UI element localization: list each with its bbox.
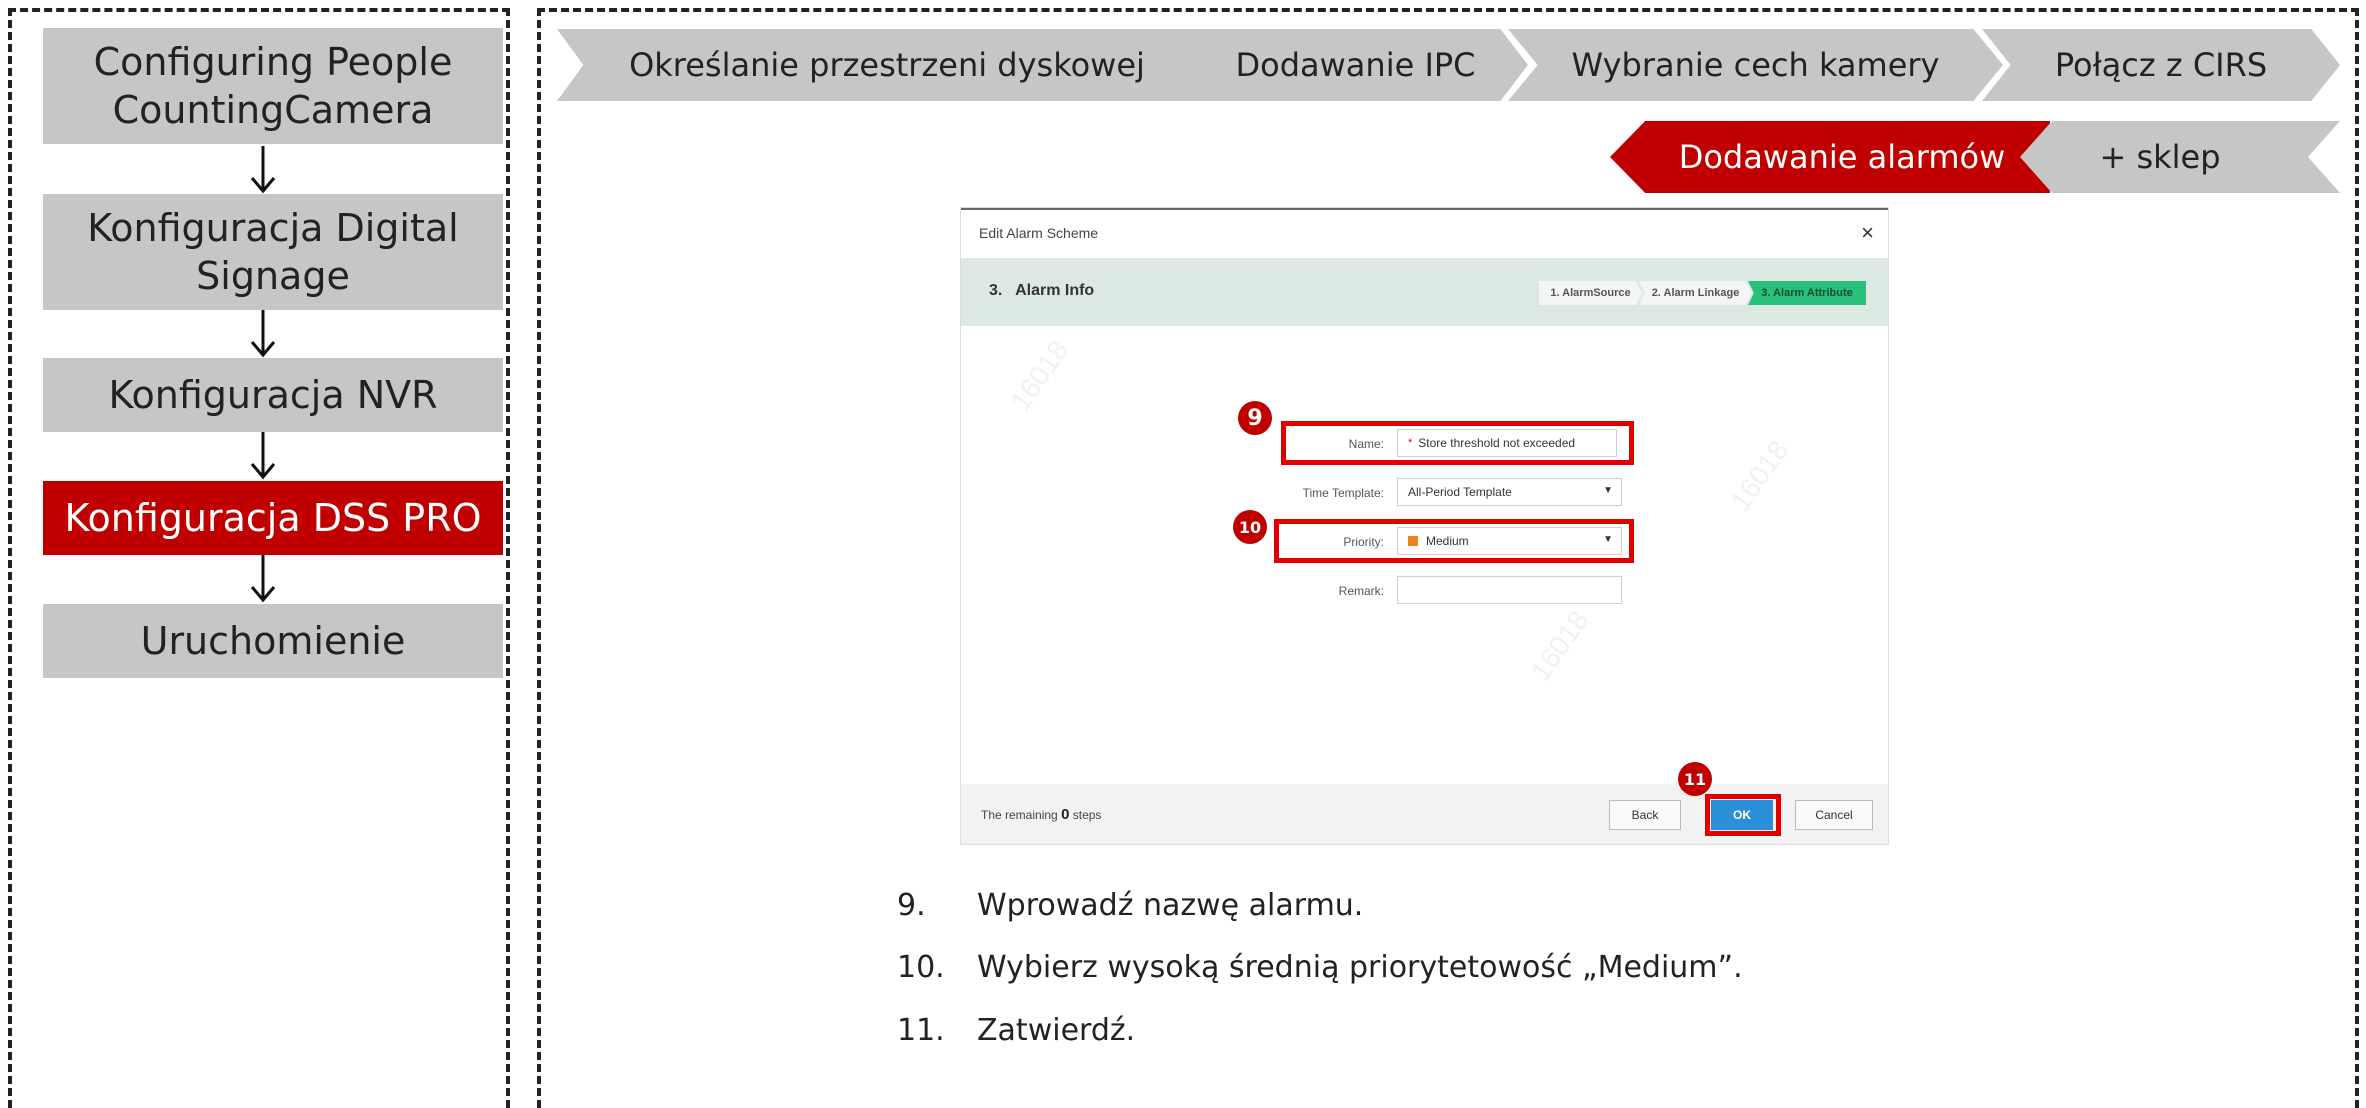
chevron-label: Określanie przestrzeni dyskowej <box>629 46 1145 84</box>
instruction-text: Wprowadź nazwę alarmu. <box>977 888 1364 923</box>
step-badge-11: 11 <box>1678 762 1712 796</box>
chevron-add-ipc: Dodawanie IPC <box>1183 29 1528 101</box>
instruction-number: 9. <box>897 888 926 923</box>
time-template-value: All-Period Template <box>1408 485 1512 499</box>
wizard-step-label: 3. Alarm Attribute <box>1761 287 1853 299</box>
cancel-button-label: Cancel <box>1815 808 1853 822</box>
instruction-text: Zatwierdź. <box>977 1013 1136 1048</box>
highlight-name <box>1281 421 1634 465</box>
instruction-text: Wybierz wysoką średnią priorytetowość „M… <box>977 950 1743 985</box>
chevron-label: + sklep <box>2099 138 2221 176</box>
instruction-11: 11. Zatwierdź. <box>897 1013 1135 1048</box>
back-button-label: Back <box>1631 808 1659 822</box>
remark-input[interactable] <box>1397 576 1622 604</box>
chevron-camera-features: Wybranie cech kamery <box>1508 29 2003 101</box>
back-button[interactable]: Back <box>1609 800 1681 830</box>
remaining-prefix: The remaining <box>981 808 1058 822</box>
arrow-down-icon <box>250 555 276 603</box>
flow-step-dss-pro: Konfiguracja DSS PRO <box>43 481 503 555</box>
dialog-title-bar: Edit Alarm Scheme × <box>961 210 1888 258</box>
arrow-down-icon <box>250 310 276 358</box>
arrow-down-icon <box>250 432 276 480</box>
flow-step-uruchomienie: Uruchomienie <box>43 604 503 678</box>
close-icon[interactable]: × <box>1861 220 1874 246</box>
time-template-select[interactable]: All-Period Template ▼ <box>1397 478 1622 506</box>
remaining-suffix: steps <box>1072 808 1102 822</box>
remark-label: Remark: <box>1338 584 1384 598</box>
dialog-step-header: 3. Alarm Info 1. AlarmSource 2. Alarm Li… <box>961 258 1888 326</box>
highlight-priority <box>1274 519 1634 563</box>
step-badge-10: 10 <box>1233 510 1267 544</box>
chevron-label: Wybranie cech kamery <box>1571 46 1940 84</box>
chevron-label: Dodawanie alarmów <box>1678 138 2006 176</box>
chevron-label: Połącz z CIRS <box>2054 46 2268 84</box>
wizard-step-label: 1. AlarmSource <box>1550 287 1631 299</box>
flow-step-people-counting: Configuring People CountingCamera <box>43 28 503 144</box>
instruction-10: 10. Wybierz wysoką średnią priorytetowoś… <box>897 950 1743 985</box>
chevron-label: Dodawanie IPC <box>1235 46 1476 84</box>
chevron-add-alarms: Dodawanie alarmów <box>1610 121 2050 193</box>
wizard-step-alarm-attribute[interactable]: 3. Alarm Attribute <box>1748 281 1866 305</box>
instruction-number: 10. <box>897 950 945 985</box>
flow-step-label: Configuring People CountingCamera <box>93 40 453 132</box>
dialog-title: Edit Alarm Scheme <box>979 225 1099 241</box>
caret-down-icon: ▼ <box>1603 485 1613 496</box>
wizard-step-alarm-linkage[interactable]: 2. Alarm Linkage <box>1639 281 1752 305</box>
flow-step-label: Uruchomienie <box>140 619 406 663</box>
remaining-steps: The remaining 0 steps <box>981 806 1101 823</box>
watermark: 16018 <box>1724 434 1795 517</box>
chevron-shop: + sklep <box>2020 121 2340 193</box>
wizard-step-alarm-source[interactable]: 1. AlarmSource <box>1539 281 1642 305</box>
chevron-storage-space: Określanie przestrzeni dyskowej <box>557 29 1217 101</box>
step-badge-9: 9 <box>1238 401 1272 435</box>
edit-alarm-scheme-dialog: Edit Alarm Scheme × 3. Alarm Info 1. Ala… <box>961 208 1888 844</box>
time-template-label: Time Template: <box>1302 486 1384 500</box>
wizard-step-label: 2. Alarm Linkage <box>1651 287 1740 299</box>
chevron-connect-cirs: Połącz z CIRS <box>1982 29 2340 101</box>
flow-step-nvr: Konfiguracja NVR <box>43 358 503 432</box>
step-title: 3. Alarm Info <box>989 282 1095 299</box>
cancel-button[interactable]: Cancel <box>1795 800 1873 830</box>
flow-step-label: Konfiguracja DSS PRO <box>64 496 482 540</box>
instruction-number: 11. <box>897 1013 945 1048</box>
flow-step-label: Konfiguracja NVR <box>108 373 438 417</box>
flow-step-label: Konfiguracja Digital Signage <box>87 206 459 298</box>
watermark: 16018 <box>1004 334 1075 417</box>
instruction-9: 9. Wprowadź nazwę alarmu. <box>897 888 1363 923</box>
watermark: 16018 <box>1524 604 1595 687</box>
flow-step-digital-signage: Konfiguracja Digital Signage <box>43 194 503 310</box>
remaining-count: 0 <box>1061 806 1070 823</box>
highlight-ok <box>1705 794 1781 836</box>
arrow-down-icon <box>250 146 276 194</box>
